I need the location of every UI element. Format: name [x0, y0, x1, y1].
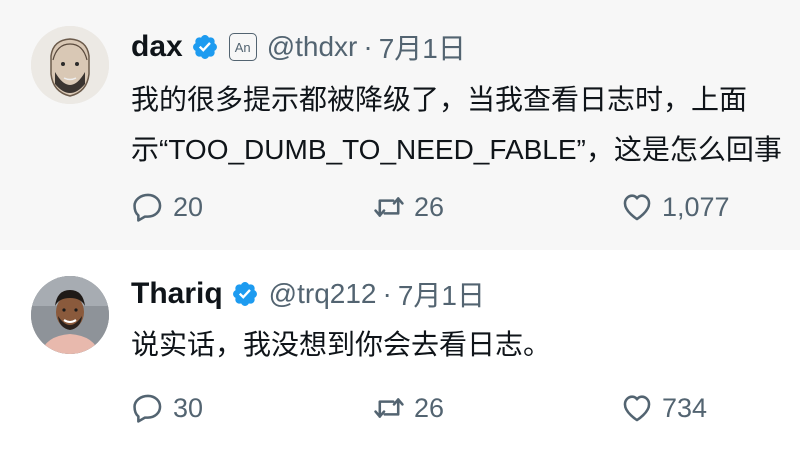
- avatar[interactable]: [31, 276, 109, 354]
- retweet-button[interactable]: 26: [372, 187, 444, 227]
- reply-count: 20: [173, 191, 204, 222]
- reply-icon: [133, 394, 162, 423]
- tweet-text: 我的很多提示都被降级了，当我查看日志时，上面 示“TOO_DUMB_TO_NEE…: [131, 75, 782, 175]
- affiliate-badge[interactable]: An: [228, 33, 257, 61]
- tweet-header: dax An @thdxr · 7月1日: [131, 27, 466, 67]
- display-name[interactable]: dax: [131, 30, 183, 64]
- heart-icon: [623, 194, 651, 221]
- retweet-icon: [374, 197, 404, 217]
- like-count: 734: [662, 392, 708, 423]
- reply-button[interactable]: 30: [131, 388, 203, 428]
- tweet-thariq[interactable]: Thariq @trq212 · 7月1日 说实话，我没想到你会去看日志。 30…: [0, 250, 800, 450]
- tweet-dax[interactable]: dax An @thdxr · 7月1日 我的很多提示都被降级了，当我查看日志时…: [0, 0, 800, 250]
- verified-badge-icon: [191, 33, 219, 61]
- action-bar: 30 26 734: [131, 388, 791, 428]
- tweet-text: 说实话，我没想到你会去看日志。: [131, 320, 551, 370]
- retweet-count: 26: [414, 392, 445, 423]
- retweet-icon: [374, 398, 404, 418]
- timestamp[interactable]: 7月1日: [398, 274, 485, 314]
- action-bar: 20 26 1,077: [131, 187, 791, 227]
- separator-dot: ·: [363, 31, 373, 62]
- tweet-text-line: 我的很多提示都被降级了，当我查看日志时，上面: [131, 84, 748, 115]
- reply-icon: [133, 193, 162, 222]
- tweet-text-line: 说实话，我没想到你会去看日志。: [131, 329, 552, 360]
- retweet-count: 26: [414, 191, 445, 222]
- separator-dot: ·: [382, 278, 392, 309]
- tweet-header: Thariq @trq212 · 7月1日: [131, 274, 485, 314]
- timestamp[interactable]: 7月1日: [379, 27, 466, 67]
- like-button[interactable]: 734: [620, 388, 707, 428]
- avatar[interactable]: [31, 26, 109, 104]
- heart-icon: [623, 395, 651, 422]
- verified-badge-icon: [231, 280, 259, 308]
- handle[interactable]: @trq212: [269, 278, 377, 310]
- reply-count: 30: [173, 392, 204, 423]
- retweet-button[interactable]: 26: [372, 388, 444, 428]
- display-name[interactable]: Thariq: [131, 277, 223, 311]
- like-count: 1,077: [662, 191, 730, 222]
- like-button[interactable]: 1,077: [620, 187, 730, 227]
- handle[interactable]: @thdxr: [267, 31, 358, 63]
- tweet-text-line: 示“TOO_DUMB_TO_NEED_FABLE”，这是怎么回事: [131, 134, 782, 165]
- reply-button[interactable]: 20: [131, 187, 203, 227]
